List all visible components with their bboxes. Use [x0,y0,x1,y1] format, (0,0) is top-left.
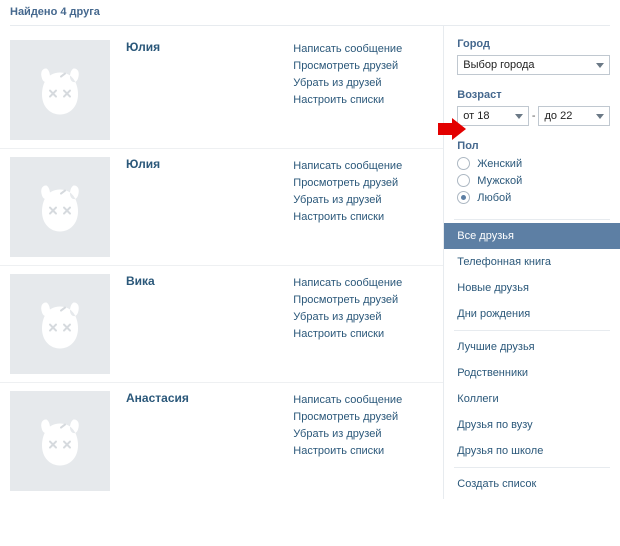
divider [454,330,610,331]
friend-row: Юлия Написать сообщение Просмотреть друз… [0,32,443,149]
friend-name-link[interactable]: Вика [126,274,155,288]
radio-icon [457,174,470,187]
friend-row: Анастасия Написать сообщение Просмотреть… [0,383,443,499]
view-friends-link[interactable]: Просмотреть друзей [293,175,433,192]
divider [454,467,610,468]
view-friends-link[interactable]: Просмотреть друзей [293,409,433,426]
write-message-link[interactable]: Написать сообщение [293,41,433,58]
age-filter-label: Возраст [457,89,610,101]
filter-sidebar: Город Выбор города Возраст от 18 - до 22… [443,26,620,499]
sidebar-item-new-friends[interactable]: Новые друзья [444,275,620,301]
sidebar-item-best-friends[interactable]: Лучшие друзья [444,334,620,360]
sex-filter-label: Пол [457,140,610,152]
sidebar-item-relatives[interactable]: Родственники [444,360,620,386]
sidebar-item-university[interactable]: Друзья по вузу [444,412,620,438]
remove-friend-link[interactable]: Убрать из друзей [293,309,433,326]
remove-friend-link[interactable]: Убрать из друзей [293,426,433,443]
configure-lists-link[interactable]: Настроить списки [293,326,433,343]
view-friends-link[interactable]: Просмотреть друзей [293,58,433,75]
friend-row: Юлия Написать сообщение Просмотреть друз… [0,149,443,266]
write-message-link[interactable]: Написать сообщение [293,275,433,292]
avatar-placeholder[interactable] [10,40,110,140]
sidebar-item-colleagues[interactable]: Коллеги [444,386,620,412]
radio-icon [457,157,470,170]
age-to-select[interactable]: до 22 [538,106,610,126]
sex-option-female[interactable]: Женский [457,157,610,170]
sex-option-male[interactable]: Мужской [457,174,610,187]
city-select[interactable]: Выбор города [457,55,610,75]
sidebar-item-all-friends[interactable]: Все друзья [444,223,620,249]
radio-icon [457,191,470,204]
avatar-placeholder[interactable] [10,157,110,257]
radio-label: Любой [477,192,511,204]
results-count-title: Найдено 4 друга [0,0,620,21]
view-friends-link[interactable]: Просмотреть друзей [293,292,433,309]
avatar-placeholder[interactable] [10,391,110,491]
write-message-link[interactable]: Написать сообщение [293,392,433,409]
sidebar-item-phonebook[interactable]: Телефонная книга [444,249,620,275]
sidebar-item-birthdays[interactable]: Дни рождения [444,301,620,327]
friend-row: Вика Написать сообщение Просмотреть друз… [0,266,443,383]
sidebar-item-school[interactable]: Друзья по школе [444,438,620,464]
remove-friend-link[interactable]: Убрать из друзей [293,192,433,209]
friend-name-link[interactable]: Анастасия [126,391,189,405]
friends-list: Юлия Написать сообщение Просмотреть друз… [0,26,443,499]
sex-option-any[interactable]: Любой [457,191,610,204]
friend-name-link[interactable]: Юлия [126,40,160,54]
radio-label: Женский [477,158,522,170]
sidebar-item-create-list[interactable]: Создать список [444,471,620,497]
friend-name-link[interactable]: Юлия [126,157,160,171]
city-filter-label: Город [457,38,610,50]
configure-lists-link[interactable]: Настроить списки [293,209,433,226]
remove-friend-link[interactable]: Убрать из друзей [293,75,433,92]
age-dash: - [529,110,539,122]
radio-label: Мужской [477,175,522,187]
configure-lists-link[interactable]: Настроить списки [293,443,433,460]
avatar-placeholder[interactable] [10,274,110,374]
divider [454,219,610,220]
configure-lists-link[interactable]: Настроить списки [293,92,433,109]
write-message-link[interactable]: Написать сообщение [293,158,433,175]
age-from-select[interactable]: от 18 [457,106,529,126]
